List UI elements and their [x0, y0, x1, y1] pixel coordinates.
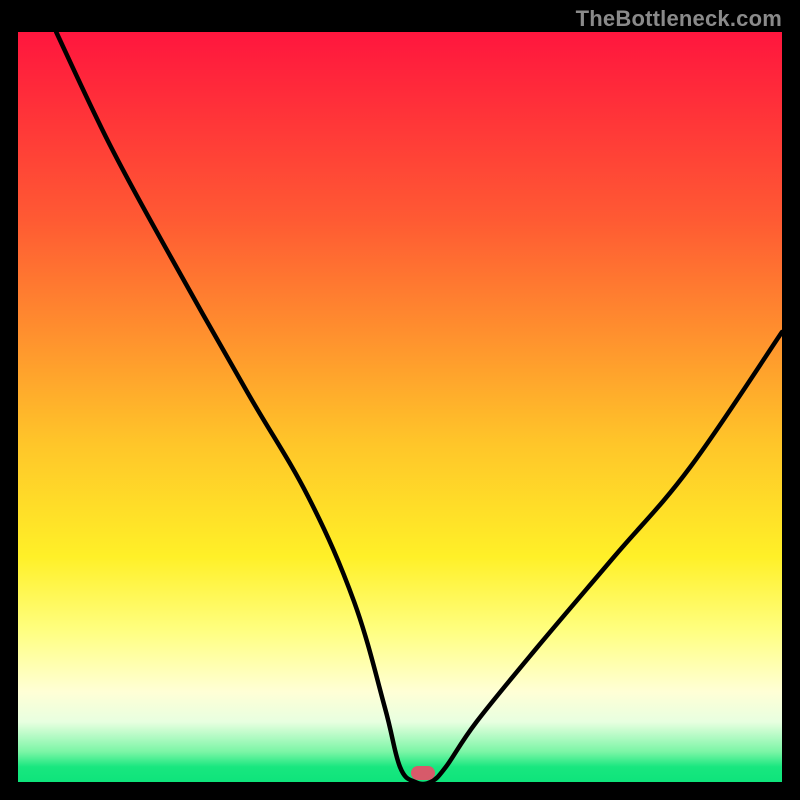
min-marker: [411, 766, 435, 780]
attribution-text: TheBottleneck.com: [576, 6, 782, 32]
curve-path: [56, 32, 782, 784]
chart-frame: TheBottleneck.com: [0, 0, 800, 800]
plot-area: [18, 32, 782, 782]
bottleneck-curve: [18, 32, 782, 782]
